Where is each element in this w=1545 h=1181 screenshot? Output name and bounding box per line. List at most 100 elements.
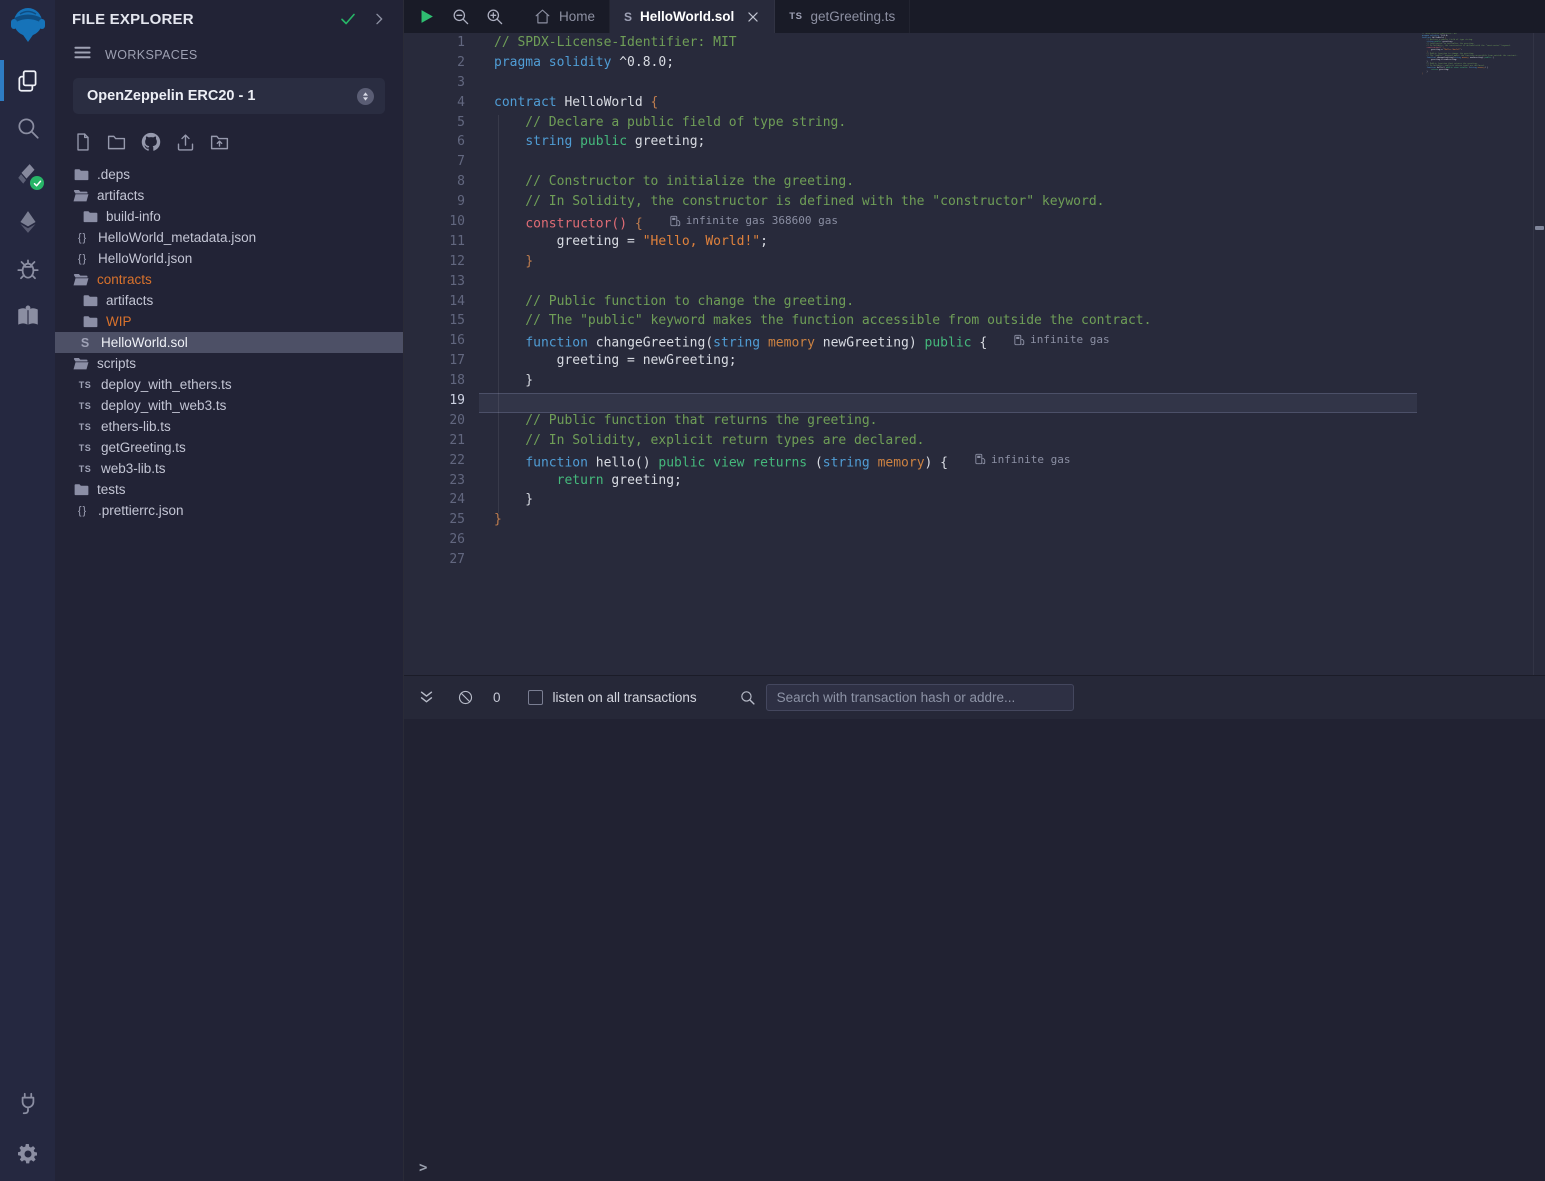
tree-item-label: HelloWorld.json xyxy=(98,251,192,266)
code-line-1[interactable]: 1// SPDX-License-Identifier: MIT xyxy=(404,35,1417,55)
tree-item-wip[interactable]: WIP xyxy=(55,311,403,332)
line-number: 9 xyxy=(404,194,479,214)
code-line-27[interactable]: 27 xyxy=(404,552,1417,572)
code-line-19[interactable]: 19 xyxy=(404,393,1417,413)
line-content: // Public function that returns the gree… xyxy=(479,413,1417,433)
line-content: return greeting; xyxy=(479,473,1417,493)
code-line-24[interactable]: 24 } xyxy=(404,492,1417,512)
upload-folder-icon[interactable] xyxy=(209,132,230,153)
code-line-21[interactable]: 21 // In Solidity, explicit return types… xyxy=(404,433,1417,453)
line-content: greeting = newGreeting; xyxy=(479,353,1417,373)
tree-item-ethers-lib-ts[interactable]: TS ethers-lib.ts xyxy=(55,416,403,437)
collapse-panel-chevron-icon[interactable] xyxy=(371,11,387,27)
collapse-terminal-icon[interactable] xyxy=(418,689,435,706)
activity-item-search[interactable] xyxy=(0,104,55,151)
tree-item-contracts[interactable]: contracts xyxy=(55,269,403,290)
tree-item--deps[interactable]: .deps xyxy=(55,164,403,185)
line-number: 27 xyxy=(404,552,479,572)
workspace-select[interactable]: OpenZeppelin ERC20 - 1 xyxy=(73,78,385,114)
transaction-search-input[interactable] xyxy=(766,684,1074,711)
code-line-11[interactable]: 11 greeting = "Hello, World!"; xyxy=(404,234,1417,254)
code-line-15[interactable]: 15 // The "public" keyword makes the fun… xyxy=(404,313,1417,333)
tree-item-getgreeting-ts[interactable]: TSgetGreeting.ts xyxy=(55,437,403,458)
line-number: 18 xyxy=(404,373,479,393)
code-line-9[interactable]: 9 // In Solidity, the constructor is def… xyxy=(404,194,1417,214)
code-line-7[interactable]: 7 xyxy=(404,154,1417,174)
tree-item-deploy-with-ethers-ts[interactable]: TSdeploy_with_ethers.ts xyxy=(55,374,403,395)
code-line-18[interactable]: 18 } xyxy=(404,373,1417,393)
activity-item-unit-testing[interactable] xyxy=(0,292,55,339)
home-icon xyxy=(534,8,551,25)
code-line-17[interactable]: 17 greeting = newGreeting; xyxy=(404,353,1417,373)
terminal-prompt[interactable]: > xyxy=(419,1160,427,1176)
tree-item-build-info[interactable]: build-info xyxy=(55,206,403,227)
tree-item-helloworld-sol[interactable]: SHelloWorld.sol xyxy=(55,332,403,353)
tree-item-scripts[interactable]: scripts xyxy=(55,353,403,374)
tab-home[interactable]: Home xyxy=(520,0,610,33)
tree-item-web3-lib-ts[interactable]: TSweb3-lib.ts xyxy=(55,458,403,479)
tab-helloworld-sol[interactable]: SHelloWorld.sol xyxy=(610,0,775,33)
code-line-4[interactable]: 4contract HelloWorld { xyxy=(404,95,1417,115)
terminal-output[interactable]: > xyxy=(404,719,1545,1181)
file-explorer-icon xyxy=(15,68,41,94)
line-number: 26 xyxy=(404,532,479,552)
code-line-23[interactable]: 23 return greeting; xyxy=(404,473,1417,493)
activity-item-file-explorer[interactable] xyxy=(0,57,55,104)
minimap[interactable]: // SPDX-License-Identifier: MITpragma so… xyxy=(1417,33,1533,675)
upload-file-icon[interactable] xyxy=(175,132,196,153)
code-line-14[interactable]: 14 // Public function to change the gree… xyxy=(404,294,1417,314)
close-tab-icon[interactable] xyxy=(746,10,760,24)
listen-transactions-checkbox[interactable] xyxy=(528,690,543,705)
code-line-6[interactable]: 6 string public greeting; xyxy=(404,134,1417,154)
file-tree: .depsartifactsbuild-info{ }HelloWorld_me… xyxy=(55,164,403,521)
zoom-in-button[interactable] xyxy=(477,0,511,33)
code-line-10[interactable]: 10 constructor() {infinite gas 368600 ga… xyxy=(404,214,1417,234)
code-line-5[interactable]: 5 // Declare a public field of type stri… xyxy=(404,115,1417,135)
activity-item-plugin-manager[interactable] xyxy=(0,1079,55,1126)
tree-item-deploy-with-web3-ts[interactable]: TSdeploy_with_web3.ts xyxy=(55,395,403,416)
new-folder-icon[interactable] xyxy=(106,132,127,153)
code-line-26[interactable]: 26 xyxy=(404,532,1417,552)
ts-icon: TS xyxy=(77,422,93,432)
tree-item-helloworld-metadata-json[interactable]: { }HelloWorld_metadata.json xyxy=(55,227,403,248)
code-line-13[interactable]: 13 xyxy=(404,274,1417,294)
tree-item-artifacts[interactable]: artifacts xyxy=(55,185,403,206)
code-line-16[interactable]: 16 function changeGreeting(string memory… xyxy=(404,333,1417,353)
workspaces-menu-icon[interactable] xyxy=(73,43,92,67)
code-line-25[interactable]: 25} xyxy=(404,512,1417,532)
code-line-2[interactable]: 2pragma solidity ^0.8.0; xyxy=(404,55,1417,75)
line-content: function hello() public view returns (st… xyxy=(479,453,1417,473)
folder-closed-icon xyxy=(73,168,89,181)
activity-item-solidity-compiler[interactable] xyxy=(0,151,55,198)
panel-title: FILE EXPLORER xyxy=(72,11,325,28)
run-script-button[interactable] xyxy=(409,0,443,33)
line-number: 1 xyxy=(404,35,479,55)
new-file-icon[interactable] xyxy=(73,132,93,152)
activity-item-settings[interactable] xyxy=(0,1130,55,1177)
code-line-8[interactable]: 8 // Constructor to initialize the greet… xyxy=(404,174,1417,194)
activity-item-debugger[interactable] xyxy=(0,245,55,292)
editor-scrollbar[interactable] xyxy=(1533,33,1545,675)
zoom-out-button[interactable] xyxy=(443,0,477,33)
remix-logo[interactable] xyxy=(8,6,48,53)
tree-item-artifacts[interactable]: artifacts xyxy=(55,290,403,311)
tab-getgreeting-ts[interactable]: TSgetGreeting.ts xyxy=(775,0,910,33)
line-number: 8 xyxy=(404,174,479,194)
tree-item-label: ethers-lib.ts xyxy=(101,419,171,434)
code-line-3[interactable]: 3 xyxy=(404,75,1417,95)
github-icon[interactable] xyxy=(140,131,162,153)
tree-item-helloworld-json[interactable]: { }HelloWorld.json xyxy=(55,248,403,269)
code-line-20[interactable]: 20 // Public function that returns the g… xyxy=(404,413,1417,433)
tree-item--prettierrc-json[interactable]: { }.prettierrc.json xyxy=(55,500,403,521)
code-area[interactable]: 1// SPDX-License-Identifier: MIT2pragma … xyxy=(404,33,1417,675)
clear-console-icon[interactable] xyxy=(457,689,474,706)
tree-item-tests[interactable]: tests xyxy=(55,479,403,500)
line-number: 25 xyxy=(404,512,479,532)
line-content xyxy=(479,552,1417,572)
code-line-12[interactable]: 12 } xyxy=(404,254,1417,274)
json-icon: { } xyxy=(74,232,90,244)
code-line-22[interactable]: 22 function hello() public view returns … xyxy=(404,453,1417,473)
transaction-count: 0 xyxy=(493,690,501,705)
code-editor: 1// SPDX-License-Identifier: MIT2pragma … xyxy=(404,33,1545,675)
activity-item-deploy-run[interactable] xyxy=(0,198,55,245)
